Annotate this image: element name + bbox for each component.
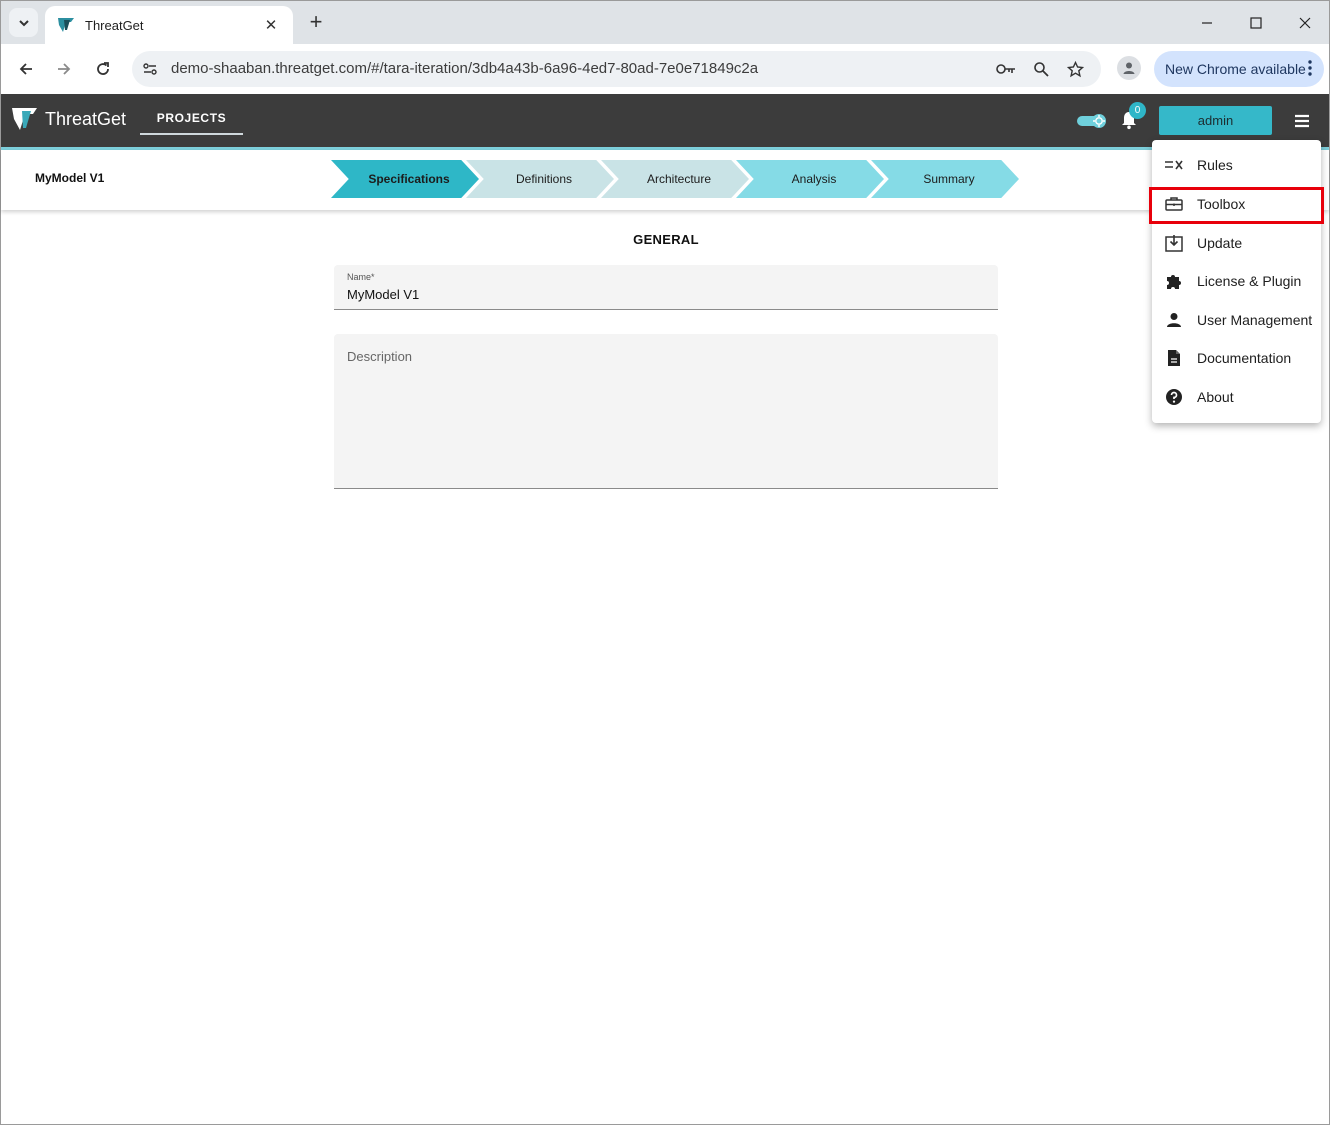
reload-icon xyxy=(97,62,109,75)
step-summary[interactable]: Summary xyxy=(871,160,1019,198)
back-button[interactable] xyxy=(12,55,40,83)
toolbox-highlight-box xyxy=(1149,187,1324,224)
menu-item-update[interactable]: Update xyxy=(1152,224,1321,262)
person-icon xyxy=(1164,310,1184,330)
hamburger-menu-icon[interactable] xyxy=(1292,111,1312,131)
arrow-right-icon xyxy=(58,63,71,75)
arrow-left-icon xyxy=(19,63,32,75)
menu-item-label: Rules xyxy=(1197,157,1233,173)
help-icon xyxy=(1164,387,1184,407)
site-info-icon[interactable] xyxy=(140,59,160,79)
section-title-general: GENERAL xyxy=(633,232,699,247)
menu-item-about[interactable]: About xyxy=(1152,378,1321,416)
browser-tab-strip: ThreatGet ✕ + xyxy=(1,1,1329,44)
update-icon xyxy=(1164,233,1184,253)
menu-item-label: About xyxy=(1197,389,1234,405)
profile-avatar-icon[interactable] xyxy=(1117,56,1141,80)
threatget-favicon-icon xyxy=(58,18,74,32)
step-definitions[interactable]: Definitions xyxy=(466,160,614,198)
brand-name: ThreatGet xyxy=(45,108,127,129)
update-label: New Chrome available xyxy=(1165,61,1306,77)
menu-item-label: User Management xyxy=(1197,312,1313,328)
admin-user-button[interactable]: admin xyxy=(1159,106,1272,135)
new-tab-button[interactable]: + xyxy=(303,9,329,35)
notification-count-badge: 0 xyxy=(1129,102,1146,119)
menu-item-label: Documentation xyxy=(1197,350,1292,366)
forward-button[interactable] xyxy=(50,55,78,83)
step-specifications[interactable]: Specifications xyxy=(331,160,479,198)
step-label: Analysis xyxy=(791,172,837,186)
name-field-label: Name* xyxy=(347,272,375,282)
description-placeholder: Description xyxy=(347,349,413,364)
step-label: Architecture xyxy=(646,172,712,186)
maximize-button[interactable] xyxy=(1233,9,1279,37)
chevron-down-icon xyxy=(18,19,29,26)
bookmark-star-icon[interactable] xyxy=(1065,59,1085,79)
close-icon xyxy=(1299,17,1311,29)
menu-item-rules[interactable]: Rules xyxy=(1152,146,1321,184)
workflow-stepper-bar: MyModel V1 Specifications Definitions Ar… xyxy=(1,150,1329,210)
tab-close-icon[interactable]: ✕ xyxy=(261,16,281,34)
step-label: Specifications xyxy=(368,172,450,186)
connection-toggle-icon[interactable] xyxy=(1077,113,1107,129)
close-window-button[interactable] xyxy=(1282,9,1328,37)
maximize-icon xyxy=(1250,17,1262,29)
nav-projects[interactable]: PROJECTS xyxy=(140,103,243,135)
minimize-icon xyxy=(1202,22,1212,24)
main-dropdown-menu: Rules Toolbox Update License & Plugin Us… xyxy=(1152,140,1321,423)
address-bar[interactable]: demo-shaaban.threatget.com/#/tara-iterat… xyxy=(132,51,1101,87)
threatget-logo-icon xyxy=(12,108,37,130)
rules-icon xyxy=(1164,155,1184,175)
step-label: Summary xyxy=(923,172,975,186)
workflow-steps: Specifications Definitions Architecture … xyxy=(331,160,1031,198)
menu-item-user-management[interactable]: User Management xyxy=(1152,301,1321,339)
zoom-icon[interactable] xyxy=(1031,59,1051,79)
tab-search-button[interactable] xyxy=(9,8,38,37)
new-chrome-available-button[interactable]: New Chrome available xyxy=(1154,51,1324,87)
password-key-icon[interactable] xyxy=(996,59,1016,79)
more-vert-icon xyxy=(1308,60,1312,76)
url-text: demo-shaaban.threatget.com/#/tara-iterat… xyxy=(171,60,759,77)
description-field[interactable]: Description xyxy=(334,334,998,489)
name-field[interactable]: Name* MyModel V1 xyxy=(334,265,998,310)
document-icon xyxy=(1164,348,1184,368)
brand[interactable]: ThreatGet xyxy=(11,106,126,132)
step-analysis[interactable]: Analysis xyxy=(736,160,884,198)
browser-tab[interactable]: ThreatGet ✕ xyxy=(45,6,293,44)
puzzle-icon xyxy=(1164,271,1184,291)
minimize-button[interactable] xyxy=(1184,9,1230,37)
step-architecture[interactable]: Architecture xyxy=(601,160,749,198)
name-field-value: MyModel V1 xyxy=(347,287,420,302)
menu-item-license-plugin[interactable]: License & Plugin xyxy=(1152,262,1321,300)
tab-title: ThreatGet xyxy=(85,17,144,33)
reload-button[interactable] xyxy=(89,55,117,83)
menu-item-label: Update xyxy=(1197,235,1243,251)
browser-toolbar: demo-shaaban.threatget.com/#/tara-iterat… xyxy=(1,44,1329,94)
app-header: ThreatGet PROJECTS 0 admin xyxy=(1,94,1329,147)
menu-item-label: License & Plugin xyxy=(1197,273,1302,289)
model-title: MyModel V1 xyxy=(35,171,105,185)
step-label: Definitions xyxy=(515,172,573,186)
menu-item-documentation[interactable]: Documentation xyxy=(1152,339,1321,377)
